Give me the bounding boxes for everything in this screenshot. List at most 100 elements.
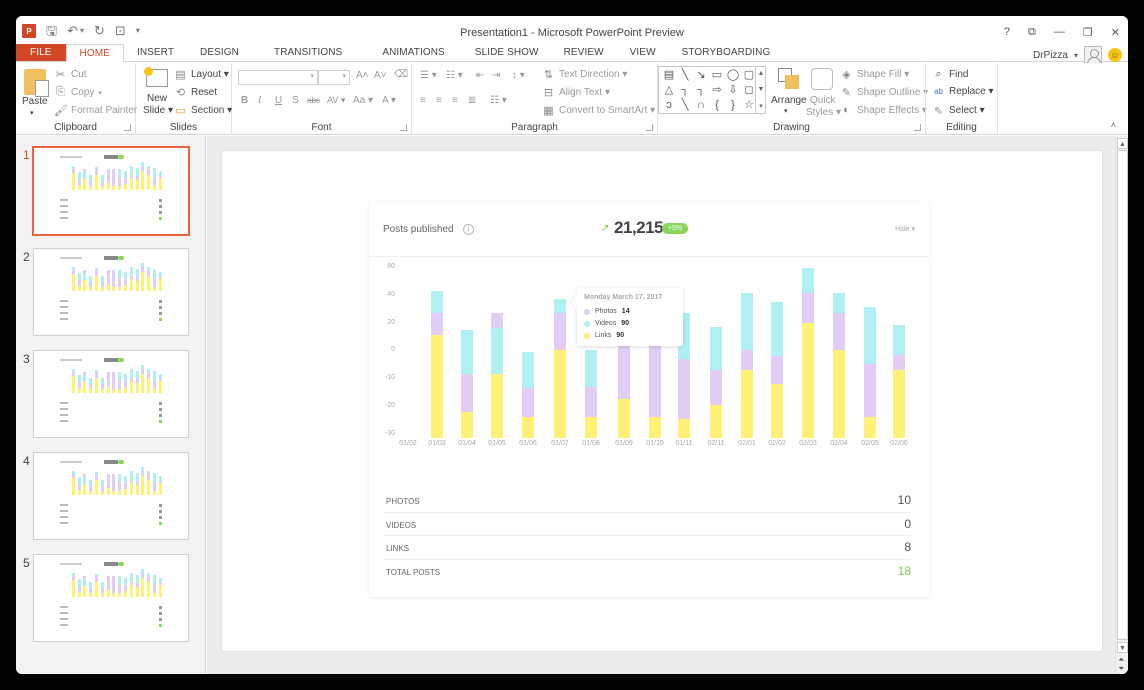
tab-home[interactable]: HOME <box>65 44 124 62</box>
shape-outline-button[interactable]: ✎ Shape Outline ▾ <box>840 86 928 99</box>
bar-segment-photos[interactable] <box>741 350 753 370</box>
bar-segment-links[interactable] <box>864 417 876 438</box>
layout-button[interactable]: ▤ Layout ▾ <box>174 68 229 81</box>
shape-option-icon[interactable]: ╲ <box>677 68 693 83</box>
slide-thumbnail[interactable] <box>33 452 189 540</box>
shape-option-icon[interactable]: ⇩ <box>725 83 741 98</box>
bar-segment-links[interactable] <box>741 369 753 438</box>
bar-segment-links[interactable] <box>893 369 905 438</box>
bar-segment-videos[interactable] <box>710 326 722 370</box>
shape-option-icon[interactable]: ⇨ <box>709 83 725 98</box>
shape-option-icon[interactable]: ┐ <box>677 83 693 98</box>
paste-icon[interactable] <box>24 69 49 97</box>
shrink-font-button[interactable]: A˅ <box>374 70 387 81</box>
bar-segment-links[interactable] <box>491 374 503 438</box>
bar-segment-links[interactable] <box>771 383 783 438</box>
scrollbar-thumb[interactable] <box>1117 150 1128 640</box>
new-slide-icon[interactable] <box>144 67 168 87</box>
shape-option-icon[interactable]: ┐ <box>693 83 709 98</box>
info-icon[interactable]: i <box>463 224 474 235</box>
slide-thumbnail[interactable] <box>33 248 189 336</box>
clipboard-launcher-icon[interactable] <box>124 124 131 131</box>
shape-effects-button[interactable]: ◐ Shape Effects ▾ <box>840 104 927 116</box>
bar-segment-links[interactable] <box>431 335 443 438</box>
ribbon-display-options-icon[interactable]: ⧉ <box>1028 26 1036 39</box>
bar-segment-videos[interactable] <box>461 329 473 375</box>
tab-slide-show[interactable]: SLIDE SHOW <box>463 44 551 61</box>
gallery-more-icon[interactable]: ▾ <box>759 102 763 110</box>
replace-button[interactable]: ab Replace ▾ <box>932 86 993 97</box>
font-size-dropdown[interactable]: ▾ <box>318 70 350 85</box>
shapes-gallery[interactable]: ▤ ╲ ↘ ▭ ◯ ▢ △ ┐ ┐ ⇨ ⇩ ◻ ↄ ╲ ∩{} ☆ <box>658 66 766 114</box>
help-icon[interactable]: ? <box>1004 26 1010 39</box>
shape-option-icon[interactable]: △ <box>661 83 677 98</box>
bar-segment-videos[interactable] <box>864 307 876 365</box>
hide-dropdown[interactable]: Hide ▾ <box>895 225 915 233</box>
arrange-dropdown-icon[interactable]: ▾ <box>784 107 788 115</box>
increase-indent-button[interactable]: ⇥ <box>492 70 500 81</box>
tab-design[interactable]: DESIGN <box>187 44 252 61</box>
justify-button[interactable]: ≣ <box>468 95 476 106</box>
line-spacing-button[interactable]: ↕ ▾ <box>512 70 525 81</box>
tab-view[interactable]: VIEW <box>617 44 669 61</box>
arrange-button[interactable]: Arrange <box>771 95 807 106</box>
user-dropdown-icon[interactable]: ▾ <box>1074 51 1078 60</box>
restore-icon[interactable]: ❐ <box>1083 26 1093 39</box>
bar-segment-photos[interactable] <box>802 292 814 323</box>
bar-segment-links[interactable] <box>522 417 534 438</box>
bar-segment-photos[interactable] <box>678 358 690 419</box>
user-name[interactable]: DrPizza <box>1033 50 1068 61</box>
section-button[interactable]: ▭ Section ▾ <box>174 104 232 117</box>
font-launcher-icon[interactable] <box>400 124 407 131</box>
bar-segment-photos[interactable] <box>893 354 905 370</box>
bar-segment-photos[interactable] <box>461 374 473 412</box>
align-right-button[interactable]: ≡ <box>452 95 458 106</box>
bar-segment-links[interactable] <box>678 418 690 438</box>
copy-button[interactable]: ⎘ Copy ▾ <box>54 86 102 99</box>
bar-segment-videos[interactable] <box>554 298 566 313</box>
scroll-down-icon[interactable]: ▼ <box>1117 642 1128 653</box>
paste-button[interactable]: Paste <box>22 96 48 107</box>
bar-segment-videos[interactable] <box>893 325 905 355</box>
paragraph-launcher-icon[interactable] <box>646 124 653 131</box>
bar-segment-photos[interactable] <box>585 386 597 418</box>
bullets-button[interactable]: ☰ ▾ <box>420 70 437 81</box>
bar-segment-links[interactable] <box>802 322 814 438</box>
tab-insert[interactable]: INSERT <box>124 44 187 61</box>
text-direction-button[interactable]: ⇅ Text Direction ▾ <box>542 68 627 81</box>
gallery-scroll[interactable]: ▲ ▼ ▾ <box>755 66 766 114</box>
slide-thumbnail[interactable] <box>33 554 189 642</box>
shape-option-icon[interactable]: ↄ <box>661 98 677 113</box>
new-slide-button[interactable]: New <box>147 93 167 104</box>
tab-animations[interactable]: ANIMATIONS <box>364 44 462 61</box>
tab-transitions[interactable]: TRANSITIONS <box>252 44 364 61</box>
bar-segment-links[interactable] <box>554 350 566 438</box>
strikethrough-button[interactable]: abc <box>307 96 320 105</box>
font-color-button[interactable]: A ▾ <box>382 95 396 106</box>
shape-option-icon[interactable]: ╲ <box>677 98 693 113</box>
text-shadow-button[interactable]: S <box>292 95 299 106</box>
shape-option-icon[interactable]: { <box>709 98 725 113</box>
bar-segment-videos[interactable] <box>431 291 443 313</box>
gallery-down-icon[interactable]: ▼ <box>758 86 765 93</box>
bar-segment-photos[interactable] <box>431 312 443 336</box>
bar-segment-videos[interactable] <box>833 293 845 313</box>
collapse-ribbon-icon[interactable]: ˄ <box>1111 120 1116 130</box>
grow-font-button[interactable]: A˄ <box>356 70 369 81</box>
reset-button[interactable]: ⟲ Reset <box>174 86 217 99</box>
minimize-icon[interactable]: — <box>1054 26 1065 39</box>
bar-segment-photos[interactable] <box>554 312 566 351</box>
bar-segment-photos[interactable] <box>491 312 503 329</box>
shape-option-icon[interactable]: ▤ <box>661 68 677 83</box>
bar-segment-photos[interactable] <box>771 355 783 384</box>
bar-segment-photos[interactable] <box>833 312 845 351</box>
decrease-indent-button[interactable]: ⇤ <box>476 70 484 81</box>
bar-segment-links[interactable] <box>618 399 630 438</box>
bar-segment-photos[interactable] <box>710 369 722 405</box>
font-name-dropdown[interactable]: ▾ <box>238 70 318 85</box>
tab-file[interactable]: FILE <box>16 44 66 61</box>
bar-segment-videos[interactable] <box>741 293 753 351</box>
italic-button[interactable]: I <box>258 95 261 106</box>
quick-styles-button[interactable]: Quick <box>810 95 836 106</box>
arrange-icon[interactable] <box>778 68 800 90</box>
